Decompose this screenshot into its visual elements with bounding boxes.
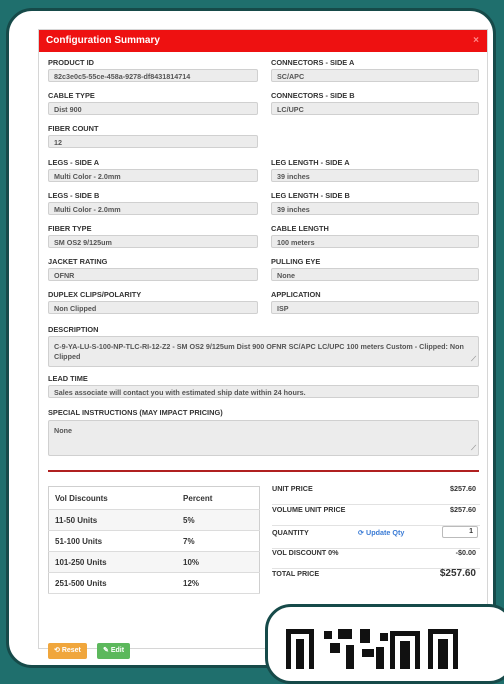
resize-handle-icon[interactable]: ⟋ [471,444,476,454]
cable-type-field: Dist 900 [48,102,258,115]
legs-a-field: Multi Color - 2.0mm [48,169,258,182]
resize-handle-icon[interactable]: ⟋ [471,355,476,365]
quantity-label: QUANTITY [272,528,309,537]
connectors-a-field: SC/APC [271,69,479,82]
leg-length-b-label: LEG LENGTH - SIDE B [271,191,350,200]
volume-discount-table: Vol Discounts Percent 11-50 Units 5% 51-… [48,486,260,594]
unit-price-row: UNIT PRICE $257.60 [272,484,480,505]
pulling-eye-label: PULLING EYE [271,257,321,266]
connectors-a-label: CONNECTORS - SIDE A [271,58,355,67]
table-cell: 101-250 Units [48,551,178,573]
special-instructions-label: SPECIAL INSTRUCTIONS (MAY IMPACT PRICING… [48,408,223,417]
jacket-rating-label: JACKET RATING [48,257,108,266]
quantity-input[interactable]: 1 [442,526,478,538]
edit-button[interactable]: ✎ Edit [97,643,131,659]
unit-price-value: $257.60 [450,484,476,493]
total-price-label: TOTAL PRICE [272,569,320,578]
modal-title: Configuration Summary [46,35,160,46]
table-row: 251-500 Units 12% [48,572,260,594]
table-cell: 12% [177,572,260,594]
table-cell: 7% [177,530,260,552]
duplex-field: Non Clipped [48,301,258,314]
sync-icon: ⟳ [358,528,367,537]
table-cell: 11-50 Units [48,509,178,531]
jacket-rating-field: OFNR [48,268,258,281]
connectors-b-field: LC/UPC [271,102,479,115]
modal-header: Configuration Summary × [39,30,487,52]
table-cell: 51-100 Units [48,530,178,552]
application-label: APPLICATION [271,290,321,299]
table-row: 101-250 Units 10% [48,551,260,573]
description-text: C-9-YA-LU-S-100-NP-TLC-RI-12-Z2 - SM OS2… [54,342,464,361]
update-qty-link[interactable]: ⟳ Update Qty [358,528,404,537]
cable-length-label: CABLE LENGTH [271,224,329,233]
close-icon[interactable]: × [473,30,479,52]
connectors-b-label: CONNECTORS - SIDE B [271,91,355,100]
legs-b-field: Multi Color - 2.0mm [48,202,258,215]
leg-length-b-field: 39 inches [271,202,479,215]
unit-price-label: UNIT PRICE [272,484,313,493]
vol-discount-value: -$0.00 [455,548,476,557]
vol-discount-label: VOL DISCOUNT 0% [272,548,339,557]
vol-discount-row: VOL DISCOUNT 0% -$0.00 [272,548,480,569]
lead-time-label: LEAD TIME [48,374,88,383]
duplex-label: DUPLEX CLIPS/POLARITY [48,290,142,299]
product-id-field: 82c3e0c5-55ce-458a-9278-df8431814714 [48,69,258,82]
legs-b-label: LEGS - SIDE B [48,191,100,200]
table-header-row: Vol Discounts Percent [48,486,260,510]
qr-code-badge [265,604,504,684]
table-row: 51-100 Units 7% [48,530,260,552]
legs-a-label: LEGS - SIDE A [48,158,100,167]
volume-price-label: VOLUME UNIT PRICE [272,505,346,514]
special-instructions-text: None [54,426,72,435]
fiber-type-field: SM OS2 9/125um [48,235,258,248]
table-cell: 5% [177,509,260,531]
table-cell: 251-500 Units [48,572,178,594]
application-field: ISP [271,301,479,314]
leg-length-a-label: LEG LENGTH - SIDE A [271,158,350,167]
total-price-value: $257.60 [439,568,476,579]
special-instructions-textarea[interactable]: None ⟋ [48,420,479,456]
volume-price-value: $257.60 [450,505,476,514]
table-header: Vol Discounts [48,486,178,510]
table-cell: 10% [177,551,260,573]
total-price-row: TOTAL PRICE $257.60 [272,568,480,589]
volume-price-row: VOLUME UNIT PRICE $257.60 [272,505,480,526]
update-qty-label: Update Qty [366,528,405,537]
fiber-type-label: FIBER TYPE [48,224,92,233]
lead-time-field: Sales associate will contact you with es… [48,385,479,398]
reset-button[interactable]: ⟲ Reset [48,643,87,659]
qr-code-icon [286,629,458,669]
table-header: Percent [177,486,260,510]
configuration-summary-modal: Configuration Summary × PRODUCT ID 82c3e… [38,29,488,659]
description-textarea[interactable]: C-9-YA-LU-S-100-NP-TLC-RI-12-Z2 - SM OS2… [48,336,479,367]
table-row: 11-50 Units 5% [48,509,260,531]
quantity-row: QUANTITY ⟳ Update Qty 1 [272,526,480,549]
leg-length-a-field: 39 inches [271,169,479,182]
fiber-count-field: 12 [48,135,258,148]
pulling-eye-field: None [271,268,479,281]
section-divider [48,470,479,472]
cable-type-label: CABLE TYPE [48,91,95,100]
fiber-count-label: FIBER COUNT [48,124,99,133]
cable-length-field: 100 meters [271,235,479,248]
product-id-label: PRODUCT ID [48,58,94,67]
description-label: DESCRIPTION [48,325,99,334]
